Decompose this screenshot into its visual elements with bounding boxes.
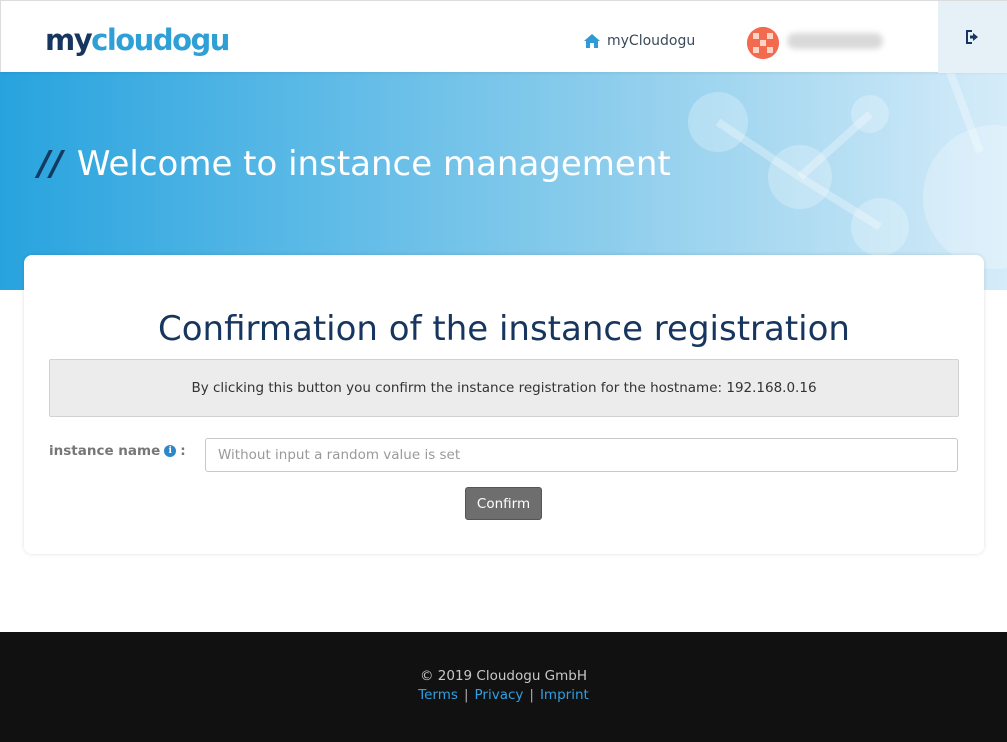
home-link-label: myCloudogu [607, 33, 696, 49]
instance-name-label: instance name i : [49, 443, 186, 459]
instance-name-input[interactable] [205, 438, 958, 472]
copyright-text: © 2019 Cloudogu GmbH [419, 668, 587, 684]
separator: | [529, 687, 534, 703]
privacy-link[interactable]: Privacy [475, 687, 524, 703]
confirm-button[interactable]: Confirm [465, 487, 542, 520]
home-icon [584, 34, 600, 48]
info-icon[interactable]: i [164, 445, 177, 457]
top-navbar: mycloudogu myCloudogu [0, 0, 1007, 73]
username-redacted [787, 33, 883, 49]
terms-link[interactable]: Terms [418, 687, 458, 703]
label-colon: : [180, 443, 186, 459]
page-footer: © 2019 Cloudogu GmbH Terms | Privacy | Impri… [0, 632, 1007, 742]
logo-cloudogu: cloudogu [91, 23, 230, 57]
hero-title-text: Welcome to instance management [76, 144, 671, 184]
registration-card: Confirmation of the instance registratio… [24, 255, 984, 554]
instance-name-label-text: instance name [49, 443, 161, 459]
mycloudogu-home-link[interactable]: myCloudogu [584, 31, 695, 51]
avatar-pattern [747, 27, 779, 59]
mycloudogu-logo[interactable]: mycloudogu [45, 23, 230, 57]
card-title: Confirmation of the instance registratio… [158, 309, 850, 349]
hero-slashes: // [38, 144, 63, 184]
separator: | [463, 687, 469, 703]
footer-links: Terms | Privacy | Imprint [0, 687, 1007, 703]
logo-my: my [45, 23, 93, 57]
logout-button[interactable] [938, 1, 1007, 73]
sign-out-icon [966, 30, 978, 44]
imprint-link[interactable]: Imprint [540, 687, 589, 703]
hostname-info-box: By clicking this button you confirm the … [49, 359, 959, 417]
hero-title: // Welcome to instance management [38, 144, 671, 184]
user-avatar[interactable] [747, 27, 779, 59]
hostname-info-text: By clicking this button you confirm the … [191, 380, 817, 396]
